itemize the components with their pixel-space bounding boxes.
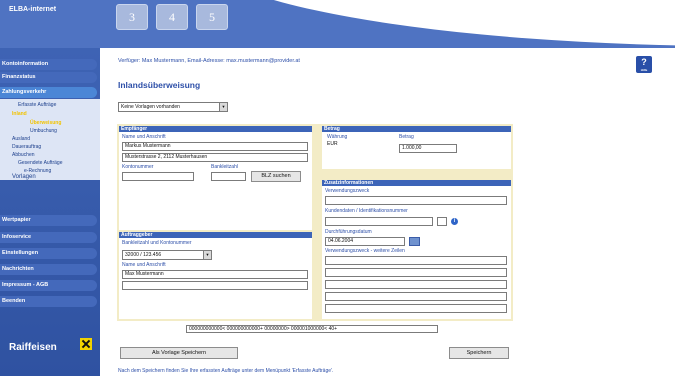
amount-input[interactable]: 1.000,00 bbox=[399, 144, 457, 153]
sidebar-subitem-vorlagen[interactable]: Vorlagen bbox=[12, 174, 36, 180]
sidebar-item-infoservice[interactable]: Infoservice bbox=[0, 232, 97, 243]
customer-data-input[interactable] bbox=[325, 217, 433, 226]
auftraggeber-name-label: Name und Anschrift bbox=[122, 262, 166, 268]
sidebar-item-nachrichten[interactable]: Nachrichten bbox=[0, 264, 97, 275]
sidebar-subitem-gesendete-auftraege[interactable]: Gesendete Aufträge bbox=[18, 160, 62, 166]
date-label: Durchführungsdatum bbox=[325, 229, 372, 235]
sidebar-item-wertpapier[interactable]: Wertpapier bbox=[0, 215, 97, 226]
purpose-line-input[interactable] bbox=[325, 256, 507, 265]
blz-search-button[interactable]: BLZ suchen bbox=[251, 171, 301, 182]
currency-label: Währung bbox=[327, 134, 348, 140]
currency-value: EUR bbox=[327, 141, 338, 147]
purpose-line-input[interactable] bbox=[325, 292, 507, 301]
date-input[interactable]: 04.06.2004 bbox=[325, 237, 405, 246]
calendar-icon[interactable] bbox=[409, 237, 420, 246]
empfaenger-panel: Empfänger Name und Anschrift Markus Must… bbox=[119, 126, 312, 230]
empfaenger-name-input[interactable]: Markus Mustermann bbox=[122, 142, 308, 151]
sidebar-subitem-ausland[interactable]: Ausland bbox=[12, 136, 30, 142]
transfer-form: Empfänger Name und Anschrift Markus Must… bbox=[117, 124, 513, 321]
save-template-button[interactable]: Als Vorlage Speichern bbox=[120, 347, 238, 359]
sidebar-item-kontoinformation[interactable]: Kontoinformation bbox=[0, 59, 97, 70]
purpose-line-input[interactable] bbox=[325, 268, 507, 277]
help-button[interactable]: ? Hilfe bbox=[636, 56, 652, 73]
header-curve bbox=[190, 0, 675, 46]
empfaenger-blz-label: Bankleitzahl bbox=[211, 164, 238, 170]
auftraggeber-header: Auftraggeber bbox=[119, 232, 312, 238]
template-select-value: Keine Vorlagen vorhanden bbox=[121, 104, 180, 110]
coding-line: 000000000000< 000000000000+ 00000000> 00… bbox=[186, 325, 438, 333]
raiffeisen-logo: Raiffeisen bbox=[9, 342, 57, 353]
purpose-input[interactable] bbox=[325, 196, 507, 205]
sidebar-subitem-abbuchen[interactable]: Abbuchen bbox=[12, 152, 35, 158]
sidebar-subitem-dauerauftrag[interactable]: Dauerauftrag bbox=[12, 144, 41, 150]
zusatz-header: Zusatzinformationen bbox=[322, 180, 511, 186]
auftraggeber-panel: Auftraggeber Bankleitzahl und Kontonumme… bbox=[119, 232, 312, 319]
customer-data-label: Kundendaten / Identifikationsnummer bbox=[325, 208, 408, 214]
footnote: Nach dem Speichern finden Sie Ihre erfas… bbox=[118, 368, 334, 374]
auftraggeber-address-input[interactable] bbox=[122, 281, 308, 290]
header-tab-5[interactable]: 5 bbox=[196, 4, 228, 30]
template-select[interactable]: Keine Vorlagen vorhanden ▼ bbox=[118, 102, 228, 112]
sidebar-item-einstellungen[interactable]: Einstellungen bbox=[0, 248, 97, 259]
page-title: Inlandsüberweisung bbox=[118, 80, 201, 90]
chevron-down-icon: ▼ bbox=[219, 103, 227, 111]
betrag-header: Betrag bbox=[322, 126, 511, 132]
empfaenger-address-input[interactable]: Musterstrasse 2, 2112 Musterhausen bbox=[122, 153, 308, 162]
auftraggeber-name-input[interactable]: Max Mustermann bbox=[122, 270, 308, 279]
sidebar-submenu: Erfasste Aufträge Inland Überweisung Umb… bbox=[0, 99, 100, 180]
sidebar-item-beenden[interactable]: Beenden bbox=[0, 296, 97, 307]
purpose-line-input[interactable] bbox=[325, 280, 507, 289]
sidebar-item-impressum[interactable]: Impressum - AGB bbox=[0, 280, 97, 291]
purpose-more-label: Verwendungszweck - weitere Zeilen bbox=[325, 248, 405, 254]
betrag-panel: Betrag Währung Betrag EUR 1.000,00 bbox=[322, 126, 511, 169]
auftraggeber-konto-value: 32000 / 123.456 bbox=[125, 252, 162, 258]
empfaenger-konto-label: Kontonummer bbox=[122, 164, 154, 170]
header-tabs: 3 4 5 bbox=[80, 0, 235, 34]
sidebar-item-finanzstatus[interactable]: Finanzstatus bbox=[0, 72, 97, 83]
raiffeisen-gable-icon bbox=[80, 338, 92, 350]
help-icon: ? bbox=[641, 57, 647, 67]
sidebar: Kontoinformation Finanzstatus Zahlungsve… bbox=[0, 48, 100, 376]
sidebar-subitem-inland[interactable]: Inland bbox=[12, 111, 27, 117]
customer-data-check-input[interactable] bbox=[437, 217, 447, 226]
save-button[interactable]: Speichern bbox=[449, 347, 509, 359]
sidebar-item-zahlungsverkehr[interactable]: Zahlungsverkehr bbox=[0, 87, 97, 98]
header-tab-3[interactable]: 3 bbox=[116, 4, 148, 30]
empfaenger-header: Empfänger bbox=[119, 126, 312, 132]
auftraggeber-konto-select[interactable]: 32000 / 123.456 ▼ bbox=[122, 250, 212, 260]
user-info: Verfüger: Max Mustermann, Email-Adresse:… bbox=[118, 58, 300, 64]
purpose-line-input[interactable] bbox=[325, 304, 507, 313]
sidebar-subitem-umbuchung[interactable]: Umbuchung bbox=[30, 128, 57, 134]
header-tab-4[interactable]: 4 bbox=[156, 4, 188, 30]
auftraggeber-konto-label: Bankleitzahl und Kontonummer bbox=[122, 240, 192, 246]
empfaenger-name-label: Name und Anschrift bbox=[122, 134, 166, 140]
sidebar-subitem-erfasste-auftraege[interactable]: Erfasste Aufträge bbox=[18, 102, 56, 108]
brand-title: ELBA-internet bbox=[9, 6, 57, 13]
help-label: Hilfe bbox=[640, 68, 648, 72]
empfaenger-blz-input[interactable] bbox=[211, 172, 246, 181]
sidebar-subitem-ueberweisung[interactable]: Überweisung bbox=[30, 120, 61, 126]
amount-label: Betrag bbox=[399, 134, 414, 140]
zusatz-panel: Zusatzinformationen Verwendungszweck Kun… bbox=[322, 180, 511, 319]
app-header: 3 4 5 ELBA-internet bbox=[0, 0, 675, 48]
info-icon[interactable]: i bbox=[451, 218, 458, 225]
purpose-label: Verwendungszweck bbox=[325, 188, 370, 194]
chevron-down-icon: ▼ bbox=[203, 251, 211, 259]
empfaenger-konto-input[interactable] bbox=[122, 172, 194, 181]
